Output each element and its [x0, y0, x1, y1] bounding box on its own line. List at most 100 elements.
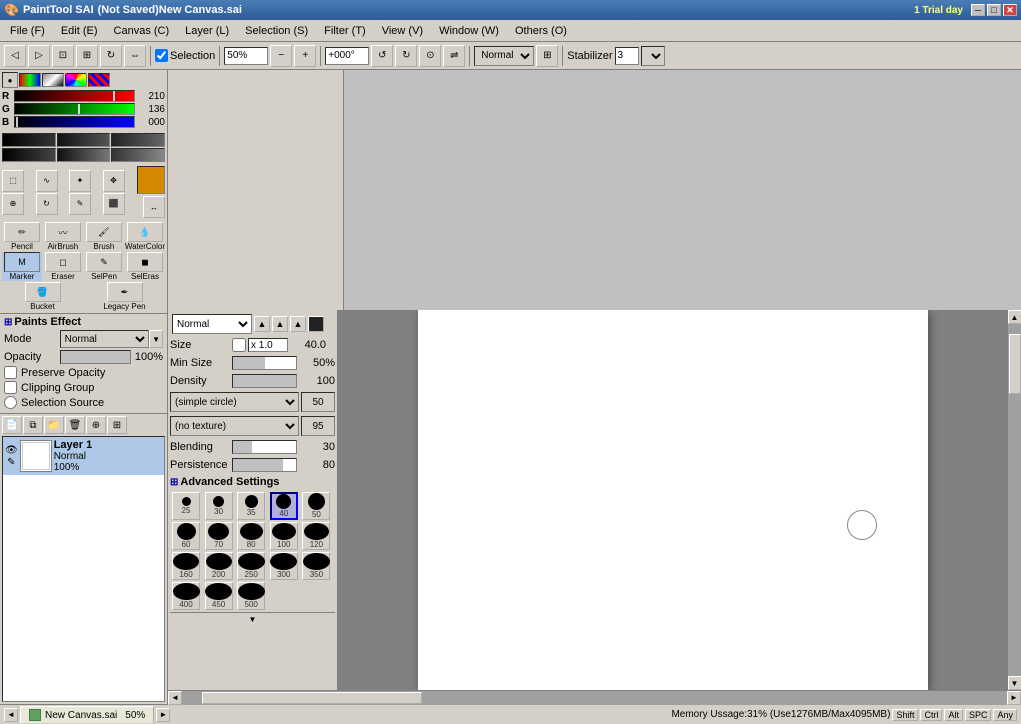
brush-tool-eraser[interactable]: ◻ Eraser — [43, 252, 83, 281]
grad-swatch-1[interactable] — [2, 133, 56, 147]
advanced-settings-header[interactable]: ⊞ Advanced Settings — [170, 476, 335, 488]
color-extra-button[interactable]: ↔ — [143, 196, 165, 218]
brush-tool-selpen[interactable]: ✎ SelPen — [84, 252, 124, 281]
menu-file[interactable]: File (F) — [2, 23, 53, 39]
size-thumb-40[interactable]: 40 — [270, 492, 298, 520]
stabilizer-input[interactable] — [615, 47, 639, 65]
tab-scroll-right[interactable]: ► — [156, 708, 170, 722]
grad-swatch-3[interactable] — [111, 133, 165, 147]
tool-rotate[interactable]: ↻ — [36, 193, 58, 215]
brush-tool-brush[interactable]: 🖌 Brush — [84, 222, 124, 251]
size-thumb-35[interactable]: 35 — [237, 492, 265, 520]
nav-rotate-button[interactable]: ↻ — [100, 45, 122, 67]
size-thumb-400[interactable]: 400 — [172, 582, 200, 610]
menu-edit[interactable]: Edit (E) — [53, 23, 106, 39]
nav-zoom-fit-button[interactable]: ⊡ — [52, 45, 74, 67]
rotation-input[interactable] — [325, 47, 369, 65]
size-thumb-350[interactable]: 350 — [302, 552, 330, 580]
tool-move[interactable]: ✥ — [103, 170, 125, 192]
zoom-plus-button[interactable]: + — [294, 45, 316, 67]
tool-fill[interactable]: ⬛ — [103, 193, 125, 215]
tab-scroll-left[interactable]: ◄ — [4, 708, 18, 722]
grad-swatch-5[interactable] — [57, 148, 111, 162]
layer-copy-button[interactable]: ⧉ — [23, 416, 43, 434]
brush-tool-airbrush[interactable]: 〰 AirBrush — [43, 222, 83, 251]
size-thumb-30[interactable]: 30 — [205, 492, 233, 520]
tool-eyedrop[interactable]: ✎ — [69, 193, 91, 215]
hscroll-left-button[interactable]: ◄ — [168, 691, 182, 705]
size-thumb-300[interactable]: 300 — [270, 552, 298, 580]
hscroll-right-button[interactable]: ► — [1007, 691, 1021, 705]
size-thumb-160[interactable]: 160 — [172, 552, 200, 580]
menu-view[interactable]: View (V) — [374, 23, 431, 39]
brush-tool-legacypen[interactable]: ✒ Legacy Pen — [84, 282, 165, 311]
brush-tool-seleras[interactable]: ◼ SelEras — [125, 252, 165, 281]
current-color-swatch[interactable] — [137, 166, 165, 194]
color-palette-wheel[interactable] — [65, 73, 87, 87]
color-mode-circle[interactable]: ● — [2, 72, 18, 88]
size-thumb-80[interactable]: 80 — [237, 522, 265, 550]
selection-source-radio[interactable] — [4, 396, 17, 409]
layer-delete-button[interactable]: 🗑 — [65, 416, 85, 434]
canvas-area[interactable] — [338, 310, 1007, 690]
tool-select-lasso[interactable]: ∿ — [36, 170, 58, 192]
brush-tool-bucket[interactable]: 🪣 Bucket — [2, 282, 83, 311]
layer-item[interactable]: 👁 ✎ Layer 1 Normal 100% — [3, 437, 164, 475]
brush-tool-pencil[interactable]: ✏ Pencil — [2, 222, 42, 251]
zoom-input[interactable] — [224, 47, 268, 65]
flip-h-button[interactable]: ⇌ — [443, 45, 465, 67]
color-palette-rgb[interactable] — [19, 73, 41, 87]
rot-cw-button[interactable]: ↻ — [395, 45, 417, 67]
zoom-minus-button[interactable]: − — [270, 45, 292, 67]
layer-folder-button[interactable]: 📁 — [44, 416, 64, 434]
persistence-slider[interactable] — [232, 458, 297, 472]
brush-mode-arrow3[interactable]: ▲ — [290, 316, 306, 332]
rot-ccw-button[interactable]: ↺ — [371, 45, 393, 67]
mode-select[interactable]: Normal — [60, 330, 149, 348]
density-slider[interactable] — [232, 374, 297, 388]
brush-mode-arrow1[interactable]: ▲ — [254, 316, 270, 332]
size-checkbox[interactable] — [232, 338, 246, 352]
size-thumb-500[interactable]: 500 — [237, 582, 265, 610]
mode-arrow-button[interactable]: ▼ — [149, 330, 163, 348]
layer-merge-button[interactable]: ⊕ — [86, 416, 106, 434]
canvas-tab[interactable]: New Canvas.sai 50% — [20, 706, 154, 723]
layer-new-button[interactable]: 📄 — [2, 416, 22, 434]
grad-swatch-2[interactable] — [57, 133, 111, 147]
blending-slider[interactable] — [232, 440, 297, 454]
size-thumb-60[interactable]: 60 — [172, 522, 200, 550]
menu-filter[interactable]: Filter (T) — [316, 23, 374, 39]
hscroll-thumb[interactable] — [202, 692, 422, 704]
r-slider[interactable] — [14, 90, 135, 102]
grad-swatch-6[interactable] — [111, 148, 165, 162]
nav-flip-button[interactable]: ⇔ — [124, 45, 146, 67]
vscroll-down-button[interactable]: ▼ — [1008, 676, 1021, 690]
vscroll-thumb[interactable] — [1009, 334, 1021, 394]
paints-effect-header[interactable]: ⊞ Paints Effect — [4, 316, 163, 328]
minimize-button[interactable]: ─ — [971, 4, 985, 16]
preserve-opacity-checkbox[interactable] — [4, 366, 17, 379]
rot-reset-button[interactable]: ⊙ — [419, 45, 441, 67]
layer-flatten-button[interactable]: ⊞ — [107, 416, 127, 434]
g-slider[interactable] — [14, 103, 135, 115]
size-thumb-250[interactable]: 250 — [237, 552, 265, 580]
tool-zoom[interactable]: ⊕ — [2, 193, 24, 215]
nav-next-button[interactable]: ▷ — [28, 45, 50, 67]
layer-lock-icon[interactable]: ✎ — [7, 457, 15, 468]
min-size-slider[interactable] — [232, 356, 297, 370]
menu-canvas[interactable]: Canvas (C) — [106, 23, 178, 39]
brush-mode-black[interactable] — [308, 316, 324, 332]
canvas-surface[interactable] — [418, 310, 928, 690]
vscroll-track[interactable] — [1008, 324, 1021, 676]
selection-checkbox[interactable] — [155, 49, 168, 62]
color-palette-swatches[interactable] — [88, 73, 110, 87]
b-slider[interactable] — [14, 116, 135, 128]
menu-layer[interactable]: Layer (L) — [177, 23, 237, 39]
stabilizer-dropdown[interactable]: ▼ — [641, 46, 665, 66]
mode-extra-button[interactable]: ⊞ — [536, 45, 558, 67]
brush-mode-select[interactable]: Normal — [172, 314, 252, 334]
grad-swatch-4[interactable] — [2, 148, 56, 162]
clipping-group-checkbox[interactable] — [4, 381, 17, 394]
size-thumb-200[interactable]: 200 — [205, 552, 233, 580]
maximize-button[interactable]: □ — [987, 4, 1001, 16]
